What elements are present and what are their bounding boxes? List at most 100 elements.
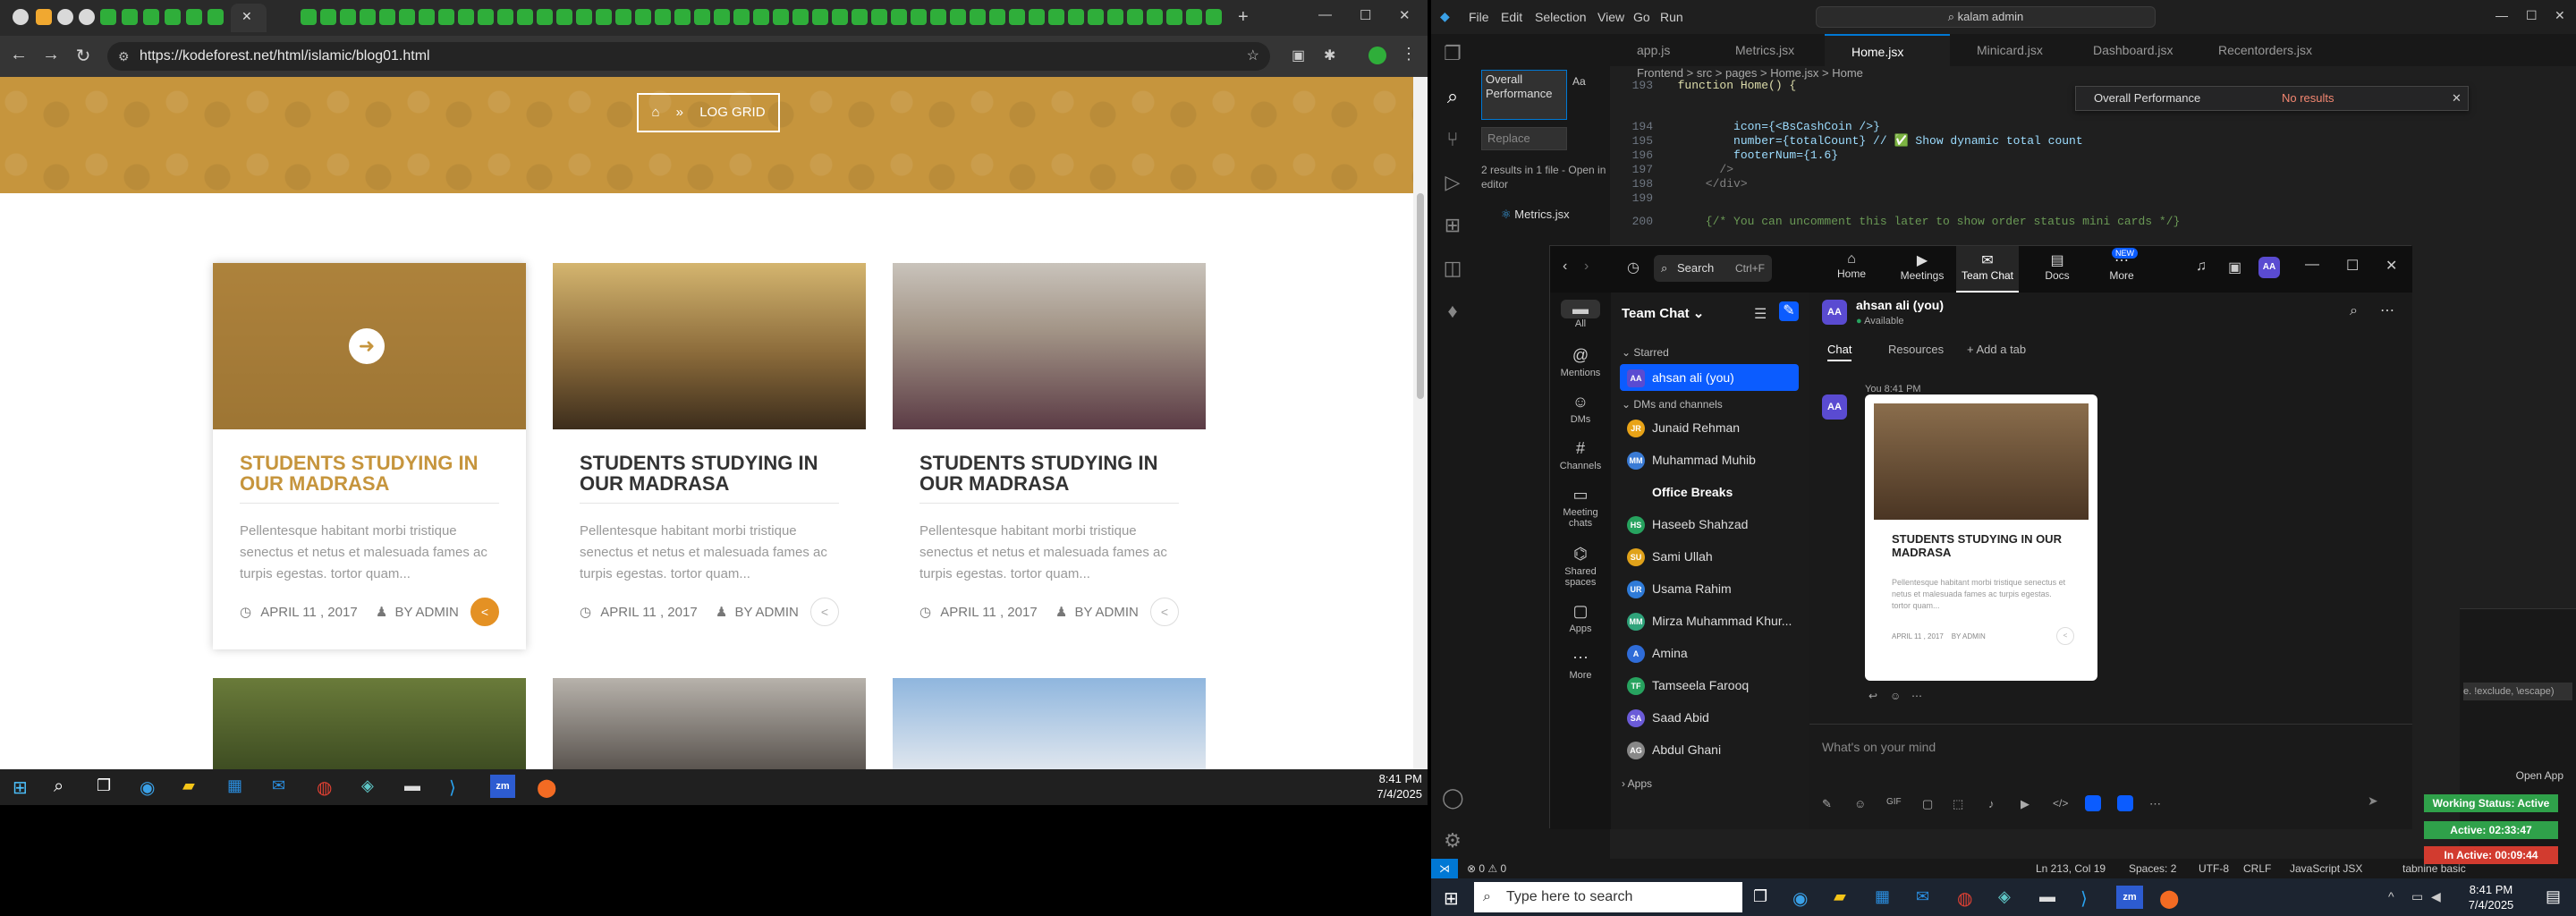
emoji-icon[interactable]: ☺	[1854, 797, 1866, 810]
history-icon[interactable]: ◷	[1627, 259, 1640, 276]
tab-favicon[interactable]	[79, 9, 95, 25]
back-icon[interactable]: ←	[7, 45, 30, 65]
rail-all[interactable]: ▬ All	[1550, 300, 1611, 329]
maximize-button[interactable]: ☐	[1360, 7, 1371, 23]
vscode-icon[interactable]: ⟩	[449, 776, 456, 799]
remote-icon[interactable]: ⋊	[1431, 859, 1458, 878]
blog-card[interactable]: ➜ STUDENTS STUDYING IN OUR MADRASA Pelle…	[213, 263, 526, 649]
blog-card-image[interactable]	[553, 263, 866, 429]
nav-docs[interactable]: ▤ Docs	[2035, 251, 2080, 282]
format-icon[interactable]: ✎	[1822, 797, 1832, 811]
list-item[interactable]: SU Sami Ullah	[1620, 543, 1799, 570]
list-item[interactable]: MM Muhammad Muhib	[1620, 446, 1799, 473]
explorer-icon[interactable]: ❐	[1442, 43, 1463, 64]
tab-favicon[interactable]	[1127, 9, 1143, 25]
cursor-position[interactable]: Ln 213, Col 19	[2036, 859, 2106, 878]
encoding[interactable]: UTF-8	[2199, 859, 2229, 878]
tab-favicon[interactable]	[438, 9, 454, 25]
tab-metrics[interactable]: Metrics.jsx	[1708, 34, 1825, 66]
tab-favicon[interactable]	[537, 9, 553, 25]
list-item-self[interactable]: AA ahsan ali (you)	[1620, 364, 1799, 391]
search-icon[interactable]: ⌕	[54, 776, 64, 797]
nav-meetings[interactable]: ▶ Meetings	[1895, 251, 1949, 282]
match-case-icon[interactable]: Aa	[1572, 75, 1586, 88]
tab-favicon[interactable]	[1166, 9, 1182, 25]
tab-favicon[interactable]	[733, 9, 750, 25]
tab-favicon[interactable]	[143, 9, 159, 25]
tab-favicon[interactable]	[773, 9, 789, 25]
tab-favicon[interactable]	[576, 9, 592, 25]
tab-minicard[interactable]: Minicard.jsx	[1950, 34, 2066, 66]
close-window-button[interactable]: ✕	[2385, 257, 2397, 275]
rail-apps[interactable]: ▢ Apps	[1550, 602, 1611, 634]
reply-icon[interactable]: ↩	[1868, 690, 1877, 702]
site-info-icon[interactable]: ⚙	[118, 42, 130, 71]
list-item[interactable]: TF Tamseela Farooq	[1620, 672, 1799, 699]
minimize-button[interactable]: —	[2305, 257, 2319, 273]
tab-app-js[interactable]: app.js	[1610, 34, 1708, 66]
tab-favicon[interactable]	[930, 9, 946, 25]
indentation[interactable]: Spaces: 2	[2129, 859, 2176, 878]
tab-home[interactable]: Home.jsx	[1825, 34, 1950, 66]
task-view-icon[interactable]: ❐	[97, 776, 111, 795]
tab-favicon[interactable]	[478, 9, 494, 25]
tab-favicon[interactable]	[419, 9, 435, 25]
minimize-button[interactable]: —	[2496, 8, 2508, 22]
vscode-icon[interactable]: ⟩	[2080, 887, 2088, 910]
filter-icon[interactable]: ☰	[1754, 305, 1767, 323]
tab-dashboard[interactable]: Dashboard.jsx	[2066, 34, 2191, 66]
tab-favicon[interactable]	[635, 9, 651, 25]
tab-favicon[interactable]	[497, 9, 513, 25]
page-scrollbar[interactable]	[1413, 77, 1428, 769]
tab-favicon[interactable]	[1147, 9, 1163, 25]
tab-favicon[interactable]	[812, 9, 828, 25]
tab-favicon[interactable]	[186, 9, 202, 25]
tab-favicon[interactable]	[1088, 9, 1104, 25]
tab-favicon[interactable]	[950, 9, 966, 25]
volume-icon[interactable]: ◀	[2431, 889, 2441, 904]
blog-card[interactable]: STUDENTS STUDYING IN OUR MADRASA Pellent…	[553, 263, 866, 649]
emoji-icon[interactable]: ☺	[1890, 690, 1901, 702]
edge-icon[interactable]: ◉	[1792, 887, 1808, 910]
tab-favicon[interactable]	[100, 9, 116, 25]
source-control-icon[interactable]: ⑂	[1442, 129, 1463, 150]
tab-favicon[interactable]	[655, 9, 671, 25]
tab-favicon[interactable]	[674, 9, 691, 25]
tab-favicon[interactable]	[379, 9, 395, 25]
close-window-button[interactable]: ✕	[2555, 8, 2565, 23]
tab-favicon[interactable]	[122, 9, 138, 25]
home-icon[interactable]: ⌂	[651, 105, 659, 120]
blog-card-title[interactable]: STUDENTS STUDYING IN OUR MADRASA	[919, 453, 1188, 494]
extensions-icon[interactable]: ⊞	[1442, 215, 1463, 236]
compose-input[interactable]: What's on your mind	[1822, 740, 2394, 754]
whiteboard-icon[interactable]: ▣	[2228, 259, 2241, 276]
blog-card-image[interactable]	[213, 678, 526, 769]
tab-favicon[interactable]	[615, 9, 631, 25]
rail-shared-spaces[interactable]: ⌬ Shared spaces	[1550, 545, 1611, 588]
tab-favicon[interactable]	[13, 9, 29, 25]
list-item[interactable]: MM Mirza Muhammad Khur...	[1620, 607, 1799, 634]
active-tab[interactable]: ✕	[231, 4, 267, 32]
tab-favicon[interactable]	[360, 9, 376, 25]
settings-gear-icon[interactable]: ⚙	[1442, 830, 1463, 852]
menu-edit[interactable]: Edit	[1501, 10, 1522, 24]
menu-go[interactable]: Go	[1633, 10, 1650, 24]
minimize-button[interactable]: —	[1318, 7, 1332, 22]
tab-favicon[interactable]	[556, 9, 572, 25]
tab-favicon[interactable]	[165, 9, 181, 25]
nav-home[interactable]: ⌂ Home	[1829, 251, 1874, 280]
more-dots-icon[interactable]: ⋯	[2149, 797, 2161, 811]
tab-favicon[interactable]	[517, 9, 533, 25]
send-icon[interactable]: ➤	[2368, 793, 2378, 809]
share-icon[interactable]: <	[810, 598, 839, 626]
language-mode[interactable]: JavaScript JSX	[2290, 859, 2362, 878]
extensions-puzzle-icon[interactable]: ✱	[1324, 47, 1335, 64]
docker-icon[interactable]: ◫	[1442, 258, 1463, 279]
list-title[interactable]: Team Chat ⌄	[1622, 305, 1704, 321]
search-icon[interactable]: ⌕	[2350, 303, 2358, 319]
message-card[interactable]: STUDENTS STUDYING IN OUR MADRASA Pellent…	[1865, 394, 2097, 681]
profile-avatar[interactable]: AA	[2258, 257, 2280, 278]
tab-favicon[interactable]	[714, 9, 730, 25]
share-icon[interactable]: <	[2056, 627, 2074, 645]
tab-favicon[interactable]	[57, 9, 73, 25]
